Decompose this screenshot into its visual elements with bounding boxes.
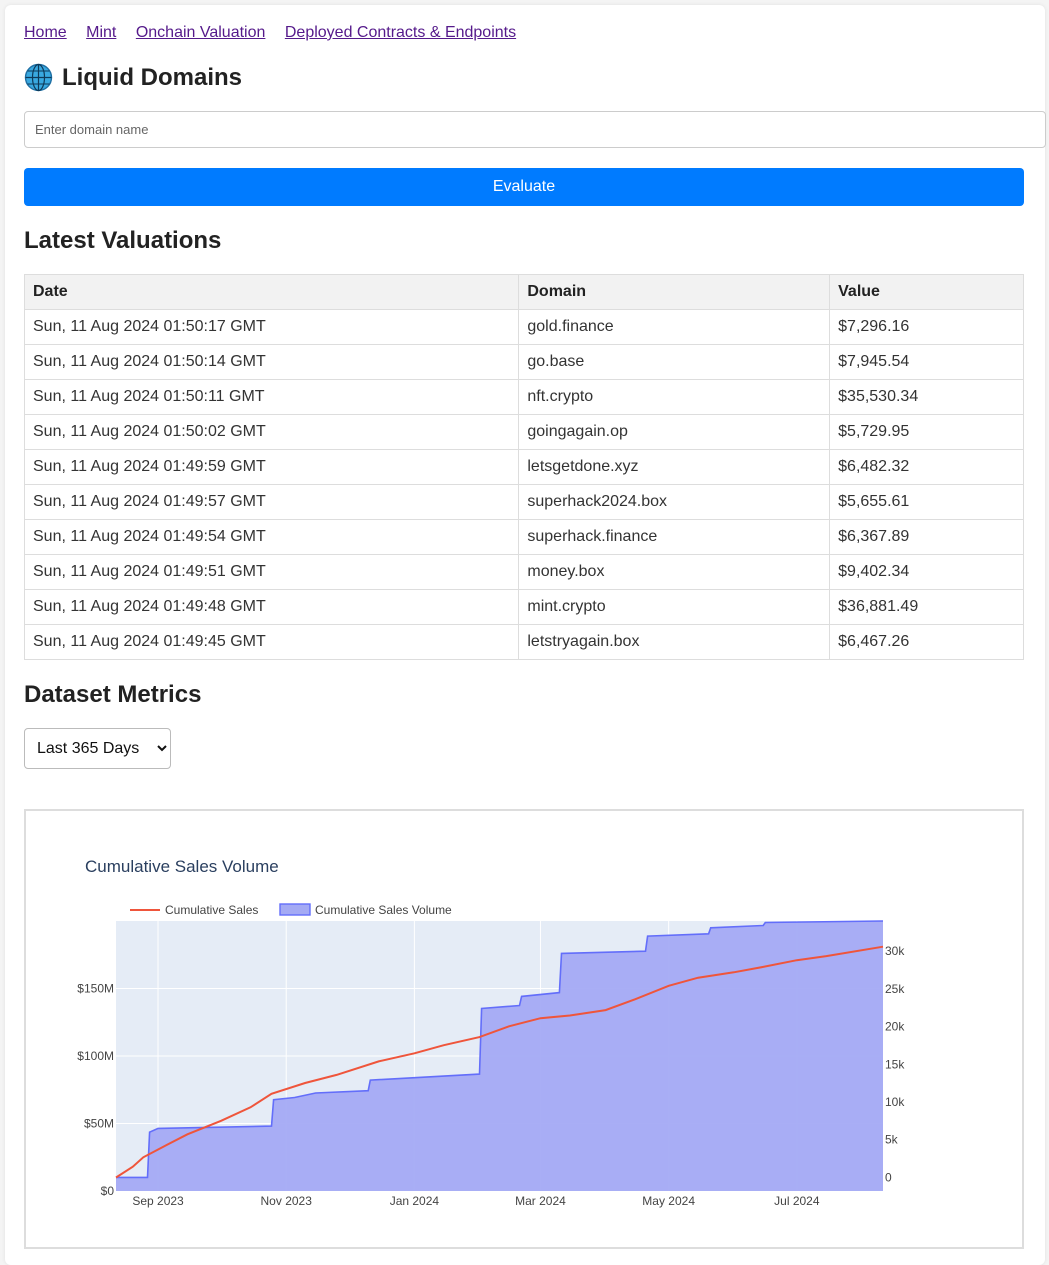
y-right-tick-label: 20k [885, 1020, 905, 1034]
cell-value: $6,482.32 [829, 449, 1024, 485]
domain-search-input[interactable] [24, 111, 1046, 148]
cell-date: Sun, 11 Aug 2024 01:49:48 GMT [23, 589, 520, 625]
column-header-value: Value [829, 274, 1024, 310]
table-row: Sun, 11 Aug 2024 01:49:59 GMT letsgetdone… [23, 449, 1024, 485]
nav-link-onchain-valuation[interactable]: Onchain Valuation [136, 24, 266, 41]
y-right-tick-label: 5k [885, 1133, 899, 1147]
x-tick-label: Nov 2023 [261, 1194, 313, 1208]
chart-title: Cumulative Sales Volume [85, 857, 279, 876]
cell-value: $9,402.34 [829, 554, 1024, 590]
cell-domain: money.box [518, 554, 831, 590]
cell-domain: go.base [518, 344, 831, 380]
evaluate-button[interactable]: Evaluate [24, 168, 1024, 206]
table-row: Sun, 11 Aug 2024 01:50:02 GMT goingagain.… [23, 414, 1024, 450]
cell-date: Sun, 11 Aug 2024 01:50:02 GMT [23, 414, 520, 450]
cell-date: Sun, 11 Aug 2024 01:49:51 GMT [23, 554, 520, 590]
legend-swatch-volume [279, 903, 311, 916]
y-left-tick-label: $150M [77, 982, 114, 996]
cumulative-sales-chart: Sep 2023 Nov 2023 Jan 2024 Mar 2024 May 2024… [77, 857, 905, 1208]
cell-domain: nft.crypto [518, 379, 831, 415]
cell-value: $7,945.54 [829, 344, 1024, 380]
cell-date: Sun, 11 Aug 2024 01:49:45 GMT [23, 624, 520, 660]
cell-date: Sun, 11 Aug 2024 01:49:54 GMT [23, 519, 520, 555]
y-right-tick-label: 10k [885, 1095, 905, 1109]
cell-domain: mint.crypto [518, 589, 831, 625]
nav-link-home[interactable]: Home [24, 24, 67, 41]
x-tick-label: Jan 2024 [390, 1194, 440, 1208]
table-row: Sun, 11 Aug 2024 01:49:48 GMT mint.crypto… [23, 589, 1024, 625]
cell-domain: gold.finance [518, 309, 831, 345]
cell-domain: superhack.finance [518, 519, 831, 555]
cell-value: $5,729.95 [829, 414, 1024, 450]
brand-header: Liquid Domains [24, 63, 242, 92]
table-row: Sun, 11 Aug 2024 01:49:54 GMT superhack.f… [23, 519, 1024, 555]
cell-date: Sun, 11 Aug 2024 01:49:57 GMT [23, 484, 520, 520]
y-left-tick-label: $100M [77, 1049, 114, 1063]
y-right-tick-label: 15k [885, 1057, 905, 1071]
cell-domain: superhack2024.box [518, 484, 831, 520]
cell-value: $5,655.61 [829, 484, 1024, 520]
cell-date: Sun, 11 Aug 2024 01:50:17 GMT [23, 309, 520, 345]
globe-icon [24, 63, 53, 92]
x-tick-label: Jul 2024 [774, 1194, 820, 1208]
cell-date: Sun, 11 Aug 2024 01:50:14 GMT [23, 344, 520, 380]
table-row: Sun, 11 Aug 2024 01:50:11 GMT nft.crypto $… [23, 379, 1024, 415]
cell-value: $7,296.16 [829, 309, 1024, 345]
x-tick-label: Sep 2023 [132, 1194, 184, 1208]
column-header-date: Date [23, 274, 520, 310]
cell-value: $35,530.34 [829, 379, 1024, 415]
nav-link-deployed-contracts[interactable]: Deployed Contracts & Endpoints [285, 24, 516, 41]
nav-link-mint[interactable]: Mint [86, 24, 116, 41]
cell-domain: letsgetdone.xyz [518, 449, 831, 485]
page-title: Liquid Domains [62, 63, 242, 91]
cell-value: $6,367.89 [829, 519, 1024, 555]
y-right-tick-label: 0 [885, 1170, 892, 1184]
chart-container: Sep 2023 Nov 2023 Jan 2024 Mar 2024 May 2024… [24, 809, 1024, 1249]
column-header-domain: Domain [518, 274, 831, 310]
table-row: Sun, 11 Aug 2024 01:50:17 GMT gold.financ… [23, 309, 1024, 345]
legend-label-volume: Cumulative Sales Volume [315, 903, 452, 917]
valuations-table-body: Sun, 11 Aug 2024 01:50:17 GMT gold.financ… [23, 309, 1024, 660]
cell-value: $6,467.26 [829, 624, 1024, 660]
x-tick-label: May 2024 [642, 1194, 695, 1208]
y-left-tick-label: $50M [84, 1117, 114, 1131]
table-header-row: Date Domain Value [23, 274, 1024, 310]
table-row: Sun, 11 Aug 2024 01:49:51 GMT money.box $9… [23, 554, 1024, 590]
table-row: Sun, 11 Aug 2024 01:49:45 GMT letstryagai… [23, 624, 1024, 660]
top-nav: Home Mint Onchain Valuation Deployed Con… [24, 24, 531, 42]
valuations-table: Date Domain Value Sun, 11 Aug 2024 01:50… [23, 274, 1024, 660]
y-left-tick-label: $0 [101, 1184, 115, 1198]
cell-date: Sun, 11 Aug 2024 01:49:59 GMT [23, 449, 520, 485]
cell-domain: goingagain.op [518, 414, 831, 450]
table-row: Sun, 11 Aug 2024 01:50:14 GMT go.base $7,9… [23, 344, 1024, 380]
dataset-metrics-heading: Dataset Metrics [24, 681, 202, 708]
latest-valuations-heading: Latest Valuations [24, 227, 222, 254]
legend-label-sales: Cumulative Sales [165, 903, 258, 917]
cell-value: $36,881.49 [829, 589, 1024, 625]
y-right-tick-label: 30k [885, 944, 905, 958]
x-tick-label: Mar 2024 [515, 1194, 566, 1208]
y-right-tick-label: 25k [885, 982, 905, 996]
table-row: Sun, 11 Aug 2024 01:49:57 GMT superhack20… [23, 484, 1024, 520]
cell-domain: letstryagain.box [518, 624, 831, 660]
cell-date: Sun, 11 Aug 2024 01:50:11 GMT [23, 379, 520, 415]
time-range-select[interactable]: Last 365 Days [24, 728, 171, 769]
